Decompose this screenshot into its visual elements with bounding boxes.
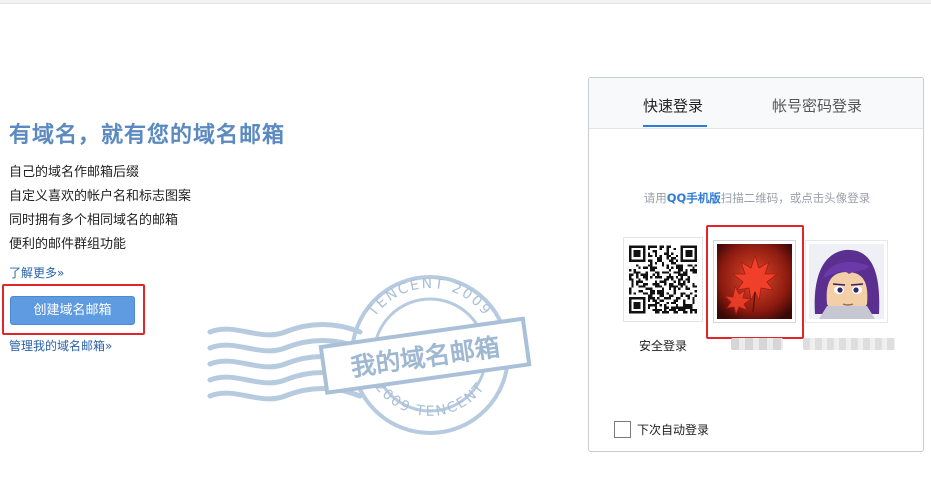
top-divider [0,0,931,4]
anime-character-avatar [809,244,884,319]
feature-list: 自己的域名作邮箱后缀 自定义喜欢的帐户名和标志图案 同时拥有多个相同域名的邮箱 … [9,161,191,257]
feature-item: 同时拥有多个相同域名的邮箱 [9,213,179,228]
maple-leaf-avatar [717,244,792,319]
learn-more-link[interactable]: 了解更多» [9,264,64,281]
postmark-stamp: TENCENT 2009 2009 TENCENT 我的域名邮箱 [205,270,535,440]
blurred-account-name [803,338,895,350]
account-avatar-maple[interactable] [713,240,796,323]
blurred-account-name [731,338,783,350]
hint-suffix: 扫描二维码，或点击头像登录 [720,191,871,205]
account-avatar-anime[interactable] [805,240,888,323]
auto-login-label: 下次自动登录 [637,423,710,437]
qr-code[interactable] [623,237,703,322]
hint-prefix: 请用 [643,191,667,205]
promo-title: 有域名，就有您的域名邮箱 [9,123,286,148]
auto-login-checkbox[interactable] [614,421,631,438]
active-tab-indicator [643,125,707,127]
postmark-graphic: TENCENT 2009 2009 TENCENT 我的域名邮箱 [207,275,532,435]
feature-item: 便利的邮件群组功能 [9,237,127,252]
tab-quick-login[interactable]: 快速登录 [643,95,703,116]
login-tabs: 快速登录 帐号密码登录 [589,78,923,129]
login-panel: 快速登录 帐号密码登录 请用QQ手机版扫描二维码，或点击头像登录 安全登录 下次… [588,77,924,452]
manage-domain-mailbox-link[interactable]: 管理我的域名邮箱» [9,337,112,354]
qr-label: 安全登录 [638,339,687,353]
tab-password-login[interactable]: 帐号密码登录 [772,95,862,116]
login-hint: 请用QQ手机版扫描二维码，或点击头像登录 [589,190,925,206]
create-button-highlight: 创建域名邮箱 [2,284,145,335]
hint-qq-mobile: QQ手机版 [666,191,721,205]
auto-login-option[interactable]: 下次自动登录 [614,421,709,438]
feature-item: 自己的域名作邮箱后缀 [9,165,140,180]
qr-code-graphic [629,245,697,314]
feature-item: 自定义喜欢的帐户名和标志图案 [9,189,192,204]
create-domain-mailbox-button[interactable]: 创建域名邮箱 [10,296,135,325]
